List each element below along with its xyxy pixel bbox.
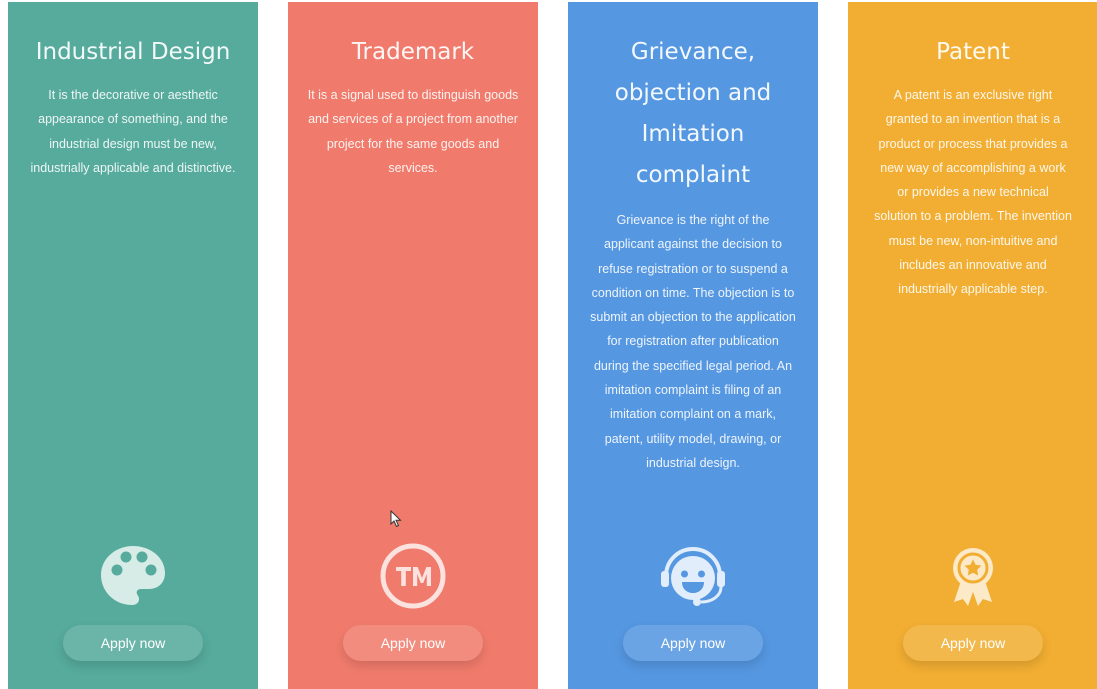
apply-now-button[interactable]: Apply now (903, 625, 1043, 661)
card-description: A patent is an exclusive right granted t… (874, 88, 1072, 297)
card-description: Grievance is the right of the applicant … (590, 213, 796, 470)
card-description: It is a signal used to distinguish goods… (307, 88, 519, 175)
mouse-cursor-icon (390, 509, 402, 528)
card-trademark: Trademark It is a signal used to disting… (288, 2, 538, 689)
card-title: Grievance, objection and Imitation compl… (614, 39, 772, 188)
card-description: It is the decorative or aesthetic appear… (30, 88, 236, 175)
card-grievance: Grievance, objection and Imitation compl… (568, 2, 818, 689)
apply-now-button[interactable]: Apply now (63, 625, 203, 661)
trademark-icon (377, 540, 449, 612)
apply-now-button[interactable]: Apply now (343, 625, 483, 661)
apply-now-button[interactable]: Apply now (623, 625, 763, 661)
support-agent-icon (657, 540, 729, 612)
palette-icon (97, 540, 169, 612)
card-patent: Patent A patent is an exclusive right gr… (848, 2, 1097, 689)
card-title: Industrial Design (35, 39, 231, 65)
card-title: Trademark (351, 39, 475, 65)
card-industrial-design: Industrial Design It is the decorative o… (8, 2, 258, 689)
card-title: Patent (936, 39, 1010, 65)
award-ribbon-icon (937, 540, 1009, 612)
